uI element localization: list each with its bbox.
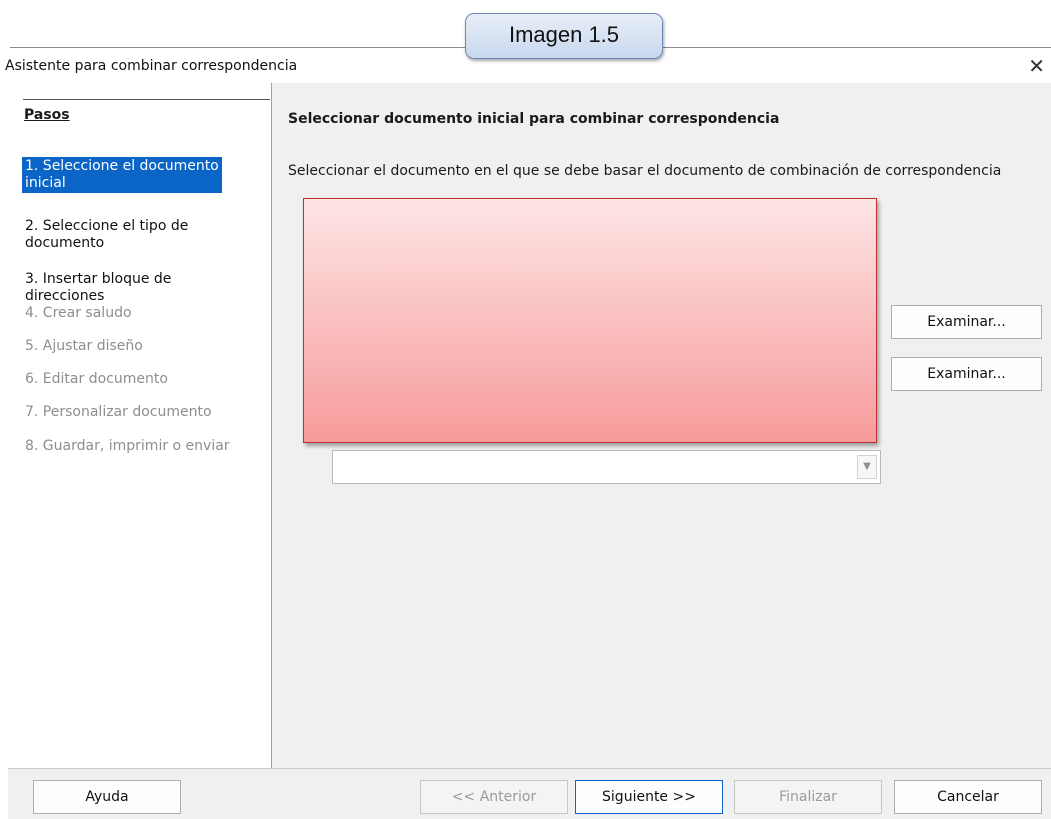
page-title: Seleccionar documento inicial para combi… (288, 111, 780, 127)
page-description: Seleccionar el documento en el que se de… (288, 163, 1002, 179)
step-layout: 5. Ajustar diseño (25, 338, 143, 354)
wizard-dialog: Pasos 1. Seleccione el documento inicial… (8, 83, 1051, 819)
footer-separator (8, 768, 1051, 769)
finish-button: Finalizar (734, 780, 882, 814)
cancel-button[interactable]: Cancelar (894, 780, 1042, 814)
template-select[interactable]: ▼ (332, 450, 881, 484)
step-address-block[interactable]: 3. Insertar bloque de direcciones (22, 270, 258, 306)
close-icon[interactable]: ✕ (1028, 54, 1045, 78)
step-select-document[interactable]: 1. Seleccione el documento inicial (22, 157, 222, 193)
chevron-down-icon[interactable]: ▼ (857, 455, 877, 479)
step-save-print-send: 8. Guardar, imprimir o enviar (25, 438, 230, 454)
step-personalize: 7. Personalizar documento (25, 404, 212, 420)
redacted-options-area (303, 198, 877, 443)
step-greeting: 4. Crear saludo (25, 305, 132, 321)
help-button[interactable]: Ayuda (33, 780, 181, 814)
sidebar-separator (23, 99, 270, 100)
step-document-type[interactable]: 2. Seleccione el tipo de documento (22, 217, 258, 253)
previous-button: << Anterior (420, 780, 568, 814)
steps-sidebar: Pasos 1. Seleccione el documento inicial… (8, 83, 272, 768)
browse-button-2[interactable]: Examinar... (891, 357, 1042, 391)
image-caption: Imagen 1.5 (465, 13, 663, 59)
window-title: Asistente para combinar correspondencia (5, 58, 298, 74)
browse-button-1[interactable]: Examinar... (891, 305, 1042, 339)
step-edit-document: 6. Editar documento (25, 371, 168, 387)
next-button[interactable]: Siguiente >> (575, 780, 723, 814)
steps-heading: Pasos (24, 107, 70, 123)
